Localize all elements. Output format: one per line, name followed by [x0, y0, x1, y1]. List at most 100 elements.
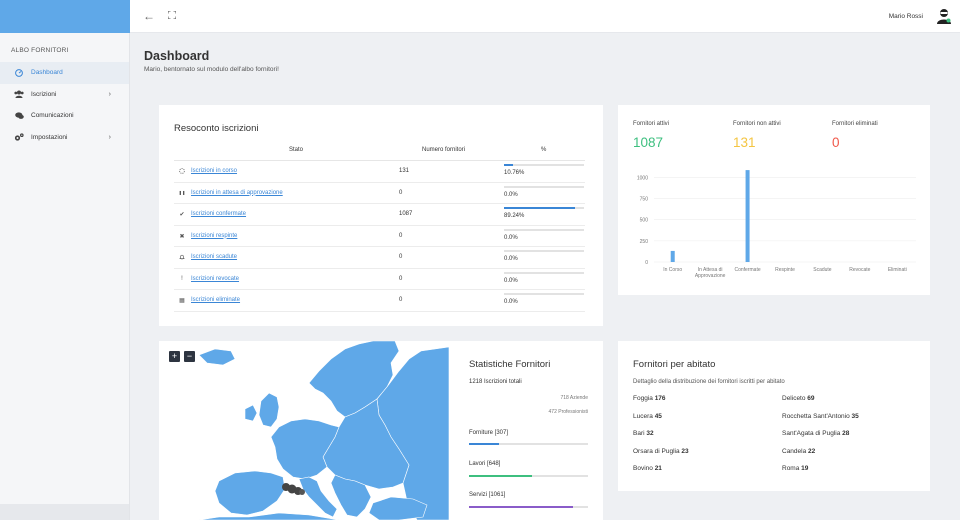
map-card: + − Statistiche Fornitori 1218 Iscrizion…: [159, 341, 603, 520]
stat-label-servizi: Servizi [1061]: [469, 492, 506, 498]
percent-value: 10.76%: [504, 170, 525, 176]
trash-icon: ▦: [179, 298, 185, 304]
dashboard-icon: [14, 68, 24, 78]
user-avatar-icon[interactable]: [937, 8, 951, 24]
percent-value: 89.24%: [504, 213, 525, 219]
sidebar-item-dashboard[interactable]: Dashboard: [0, 62, 129, 84]
list-item: Sant'Agata di Puglia 28: [782, 430, 849, 437]
abitato-count: 69: [807, 395, 815, 402]
stato-link[interactable]: Iscrizioni revocate: [191, 276, 239, 282]
stats-total: 1218 Iscrizioni totali: [469, 379, 522, 385]
sidebar-title: ALBO FORNITORI: [11, 47, 69, 54]
zoom-in-button[interactable]: +: [169, 351, 180, 362]
zoom-out-button[interactable]: −: [184, 351, 195, 362]
spinner-icon: [178, 168, 186, 176]
resoconto-title: Resoconto iscrizioni: [174, 123, 259, 134]
numero-fornitori: 0: [399, 232, 403, 239]
percent-value: 0.0%: [504, 299, 518, 305]
brand-logo-area: [0, 0, 130, 33]
percent-bar: [504, 185, 584, 188]
table-row: ❚❚ Iscrizioni in attesa di approvazione 0 0…: [174, 183, 585, 204]
percent-bar: [504, 164, 584, 166]
percent-bar: [504, 250, 584, 252]
list-item: Lucera 45: [633, 413, 662, 420]
sidebar-item-comunicazioni[interactable]: Comunicazioni: [0, 105, 129, 127]
stato-link[interactable]: Iscrizioni in corso: [191, 168, 237, 174]
stat-bar-servizi: [469, 506, 588, 508]
table-row: ✔ Iscrizioni confermate 1087 89.24%: [174, 204, 585, 226]
sidebar-item-label: Impostazioni: [31, 133, 68, 141]
stats-professionisti: 472 Professionisti: [548, 409, 588, 415]
count-label-non-attivi: Fornitori non attivi: [733, 121, 781, 127]
abitato-name: Roma: [782, 465, 800, 472]
chevron-right-icon: ›: [108, 90, 111, 98]
abitato-name: Bari: [633, 430, 645, 437]
abitato-count: 21: [654, 465, 662, 472]
abitato-name: Bovino: [633, 465, 653, 472]
abitato-name: Candela: [782, 447, 807, 455]
percent-value: 0.0%: [504, 234, 518, 241]
bar-0[interactable]: [670, 250, 675, 262]
bell-icon: [178, 254, 186, 262]
fullscreen-icon[interactable]: [168, 11, 176, 19]
sidebar-item-label: Comunicazioni: [31, 112, 74, 120]
list-item: Deliceto 69: [782, 395, 815, 402]
stato-link[interactable]: Iscrizioni in attesa di approvazione: [191, 190, 283, 196]
percent-value: 0.0%: [504, 277, 518, 284]
sidebar-item-impostazioni[interactable]: Impostazioni ›: [0, 127, 129, 149]
abitato-count: 32: [646, 430, 654, 437]
sidebar-item-label: Dashboard: [31, 69, 63, 77]
percent-value: 0.0%: [504, 256, 518, 262]
percent-bar: [504, 271, 584, 274]
stato-link[interactable]: Iscrizioni confermate: [191, 211, 246, 217]
x-tick-label: In Corso: [663, 267, 682, 273]
count-value-attivi: 1087: [633, 135, 664, 150]
iscrizioni-bar-chart: 02505007501000In Corso In Attesa diApprov…: [637, 170, 916, 279]
x-tick-label: Scadute: [813, 267, 832, 273]
abitato-count: 23: [681, 447, 689, 455]
back-arrow-icon[interactable]: ←: [143, 9, 155, 23]
sidebar-footer: [0, 504, 129, 520]
stat-label-forniture: Forniture [307]: [469, 430, 509, 436]
list-item: Bovino 21: [633, 465, 662, 472]
table-row: ▦ Iscrizioni eliminate 0 0.0%: [174, 290, 585, 312]
count-value-non-attivi: 131: [733, 135, 756, 150]
page-subtitle: Mario, bentornato sul modulo dell'albo f…: [144, 66, 279, 73]
stato-link[interactable]: Iscrizioni scadute: [191, 254, 237, 260]
sidebar: ALBO FORNITORI Dashboard Iscrizioni › Comun…: [0, 33, 130, 520]
numero-fornitori: 0: [399, 297, 403, 303]
y-tick-label: 0: [645, 260, 648, 266]
abitato-name: Lucera: [633, 412, 653, 420]
bar-2[interactable]: [745, 170, 750, 262]
x-tick-label: Approvazione: [695, 273, 726, 279]
sidebar-menu: Dashboard Iscrizioni › Comunicazioni Imposta…: [0, 62, 129, 148]
table-row: Iscrizioni scadute 0 0.0%: [174, 247, 585, 269]
abitato-card: Fornitori per abitato Dettaglio della di…: [618, 341, 930, 491]
sidebar-item-label: Iscrizioni: [31, 90, 57, 98]
stato-link[interactable]: Iscrizioni respinte: [191, 233, 237, 239]
abitato-name: Deliceto: [782, 395, 806, 402]
column-numero-fornitori: Numero fornitori: [422, 147, 466, 153]
gears-icon: [14, 132, 24, 142]
x-tick-label: Eliminati: [888, 267, 907, 273]
stat-bar-lavori: [469, 475, 588, 477]
sidebar-item-iscrizioni[interactable]: Iscrizioni ›: [0, 84, 129, 106]
stats-aziende: 718 Aziende: [560, 395, 588, 401]
percent-value: 0.0%: [504, 191, 518, 198]
stato-link[interactable]: Iscrizioni eliminate: [191, 297, 240, 303]
abitato-count: 45: [654, 412, 662, 420]
abitato-name: Orsara di Puglia: [633, 447, 680, 455]
numero-fornitori: 0: [399, 254, 403, 260]
table-row: ! Iscrizioni revocate 0 0.0%: [174, 269, 585, 290]
numero-fornitori: 1087: [399, 211, 413, 217]
y-tick-label: 500: [640, 218, 649, 224]
user-name[interactable]: Mario Rossi: [889, 13, 923, 20]
europe-map[interactable]: [159, 341, 449, 520]
abitato-count: 35: [851, 412, 859, 420]
x-tick-label: Respinte: [775, 267, 795, 273]
table-row: Iscrizioni in corso 131 10.76%: [174, 161, 585, 183]
chevron-right-icon: ›: [108, 133, 111, 141]
list-item: Foggia 176: [633, 395, 666, 402]
percent-bar: [504, 207, 584, 209]
resoconto-card: Resoconto iscrizioni Stato Numero fornit…: [159, 105, 603, 326]
